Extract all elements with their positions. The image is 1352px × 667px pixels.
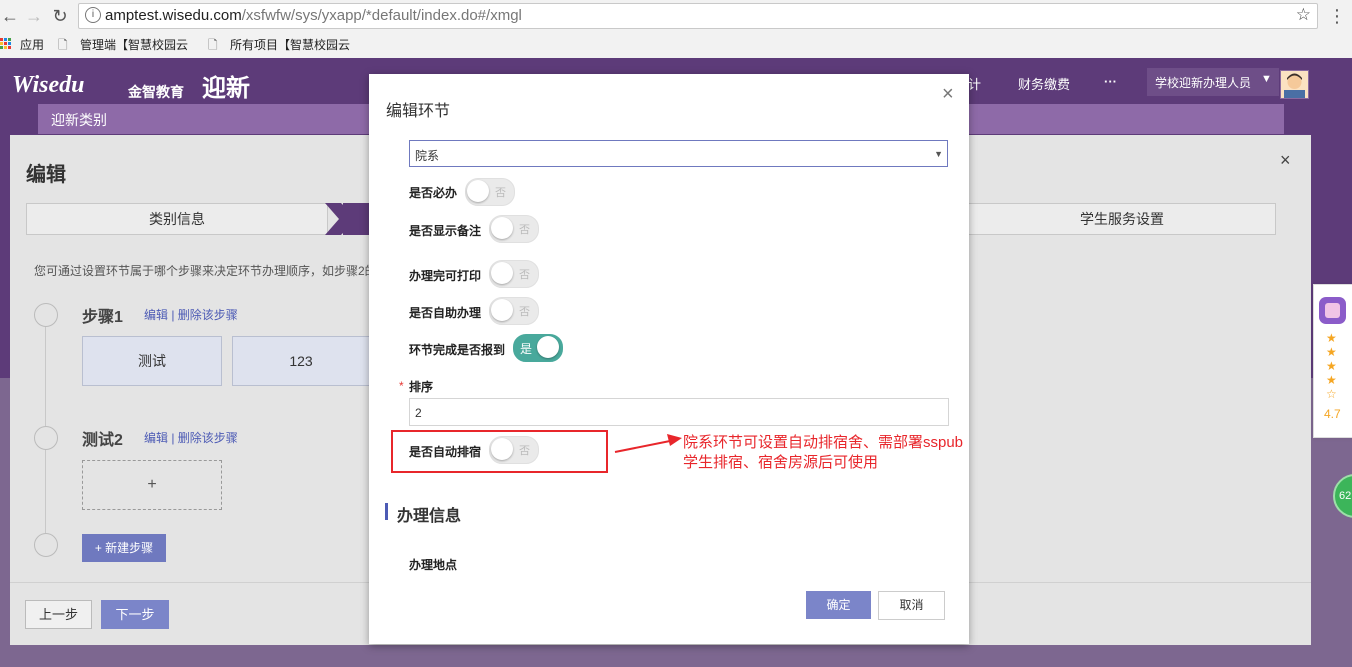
bookmark-apps[interactable]: 应用	[20, 36, 44, 53]
tab-student-service[interactable]: 学生服务设置	[968, 203, 1276, 235]
show-remark-toggle[interactable]: 否	[489, 215, 539, 243]
step-card[interactable]: 测试	[82, 336, 222, 386]
toggle-state: 否	[519, 224, 530, 236]
add-link-card[interactable]: +	[82, 460, 222, 510]
subnav-title[interactable]: 迎新类别	[51, 110, 107, 130]
timeline-line	[45, 326, 46, 426]
annotation-line-1: 院系环节可设置自动排宿舍、需部署sspub	[683, 434, 964, 451]
step-actions[interactable]: 编辑 | 删除该步骤	[144, 429, 238, 446]
app-icon	[1319, 297, 1346, 324]
next-button[interactable]: 下一步	[101, 600, 169, 629]
reload-icon[interactable]: ↻	[50, 6, 70, 26]
modal-close-icon[interactable]: ×	[942, 83, 954, 106]
user-role-select[interactable]: 学校迎新办理人员 ▼	[1147, 68, 1279, 96]
chevron-down-icon: ▼	[1261, 73, 1272, 85]
printable-toggle[interactable]: 否	[489, 260, 539, 288]
step-actions[interactable]: 编辑 | 删除该步骤	[144, 306, 238, 323]
panel-hint: 您可通过设置环节属于哪个步骤来决定环节办理顺序，如步骤2的	[34, 264, 369, 278]
required-toggle[interactable]: 否	[465, 178, 515, 206]
step-title: 步骤1	[82, 309, 123, 326]
select-value: 院系	[415, 149, 440, 163]
self-service-toggle[interactable]: 否	[489, 297, 539, 325]
toggle-state: 否	[519, 445, 530, 457]
confirm-button[interactable]: 确定	[806, 591, 871, 619]
toggle-state: 否	[495, 187, 506, 199]
address-bar[interactable]: i amptest.wisedu.com/xsfwfw/sys/yxapp/*d…	[78, 3, 1318, 29]
section-title: 办理信息	[397, 508, 462, 525]
tab-arrow	[325, 203, 369, 235]
nav-item-stats[interactable]: 计	[968, 74, 981, 93]
avatar[interactable]	[1280, 70, 1309, 99]
user-role: 学校迎新办理人员	[1155, 76, 1252, 90]
annotation-line-2: 学生排宿、宿舍房源后可使用	[683, 454, 879, 471]
auto-dorm-label: 是否自动排宿	[409, 445, 482, 459]
toggle-state: 否	[519, 269, 530, 281]
app-name: 迎新	[202, 75, 250, 102]
order-value: 2	[415, 406, 422, 420]
order-label: 排序	[409, 380, 434, 394]
logo-cn: 金智教育	[128, 84, 184, 100]
required-label: 是否必办	[409, 186, 458, 200]
url-text: amptest.wisedu.com/xsfwfw/sys/yxapp/*def…	[105, 7, 522, 24]
step-node	[34, 303, 58, 327]
cancel-button[interactable]: 取消	[878, 591, 945, 620]
chevron-down-icon: ▼	[934, 149, 943, 159]
modal-title: 编辑环节	[386, 103, 451, 120]
checkin-toggle[interactable]: 是	[513, 334, 563, 362]
nav-more[interactable]: ···	[1104, 74, 1117, 89]
self-service-label: 是否自助办理	[409, 306, 482, 320]
auto-dorm-toggle[interactable]: 否	[489, 436, 539, 464]
prev-button[interactable]: 上一步	[25, 600, 92, 629]
toggle-knob	[491, 217, 513, 239]
menu-icon[interactable]: ⋮	[1328, 6, 1346, 27]
location-label: 办理地点	[409, 558, 458, 572]
department-select[interactable]: 院系 ▼	[409, 140, 948, 167]
required-mark: *	[399, 379, 404, 393]
panel-close-icon[interactable]: ×	[1280, 150, 1291, 171]
rating-stars: ★★★★☆	[1326, 331, 1337, 401]
checkin-label: 环节完成是否报到	[409, 343, 506, 357]
star-icon[interactable]: ☆	[1296, 5, 1311, 25]
rating-widget[interactable]: ★★★★☆ 4.7	[1313, 284, 1352, 438]
bookmark-admin[interactable]: 管理端【智慧校园云	[80, 36, 188, 53]
apps-icon[interactable]	[0, 38, 12, 50]
toggle-knob	[537, 336, 559, 358]
page-icon: 🗋	[58, 38, 68, 52]
nav-item-finance[interactable]: 财务缴费	[1018, 74, 1070, 93]
rating-value: 4.7	[1324, 407, 1341, 421]
new-step-button[interactable]: + 新建步骤	[82, 534, 166, 562]
back-icon[interactable]: ←	[0, 6, 20, 26]
section-marker	[385, 503, 388, 520]
logo: Wisedu	[12, 72, 85, 98]
timeline-line	[45, 448, 46, 534]
forward-icon[interactable]: →	[24, 6, 44, 26]
panel-title: 编辑	[26, 164, 66, 186]
show-remark-label: 是否显示备注	[409, 224, 482, 238]
info-icon[interactable]: i	[85, 7, 101, 23]
annotation-arrow	[614, 434, 682, 453]
toggle-knob	[491, 438, 513, 460]
toggle-state: 是	[520, 342, 533, 356]
step-node	[34, 426, 58, 450]
bookmark-projects[interactable]: 所有项目【智慧校园云	[230, 36, 350, 53]
page-icon: 🗋	[208, 38, 218, 52]
step-card[interactable]: 123	[232, 336, 369, 386]
step-node	[34, 533, 58, 557]
toggle-state: 否	[519, 306, 530, 318]
order-input[interactable]: 2	[409, 398, 949, 426]
step-title: 测试2	[82, 432, 123, 449]
toggle-knob	[491, 299, 513, 321]
toggle-knob	[467, 180, 489, 202]
printable-label: 办理完可打印	[409, 269, 482, 283]
tab-category-info[interactable]: 类别信息	[26, 203, 328, 235]
toggle-knob	[491, 262, 513, 284]
